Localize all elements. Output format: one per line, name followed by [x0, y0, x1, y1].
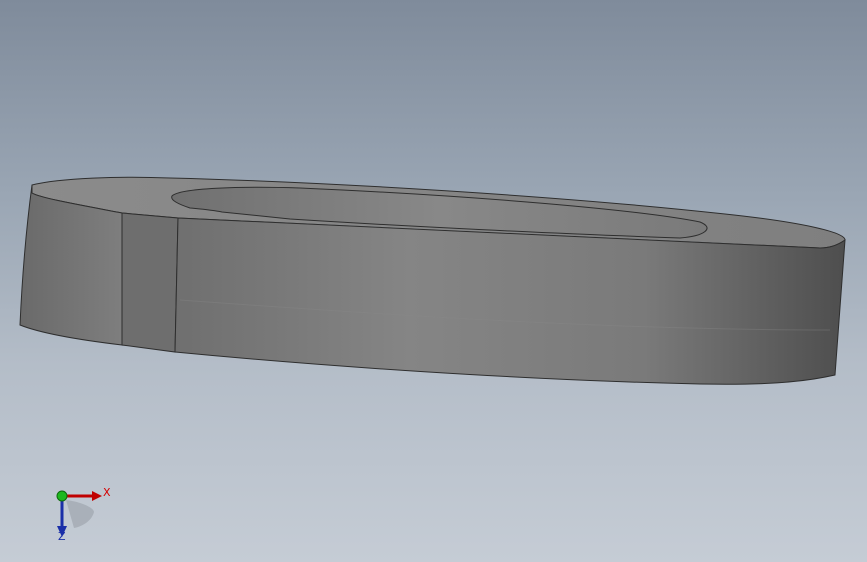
coordinate-triad: X Z [44, 480, 124, 550]
split-washer-model[interactable] [0, 0, 867, 562]
graphics-viewport[interactable]: X Z [0, 0, 867, 562]
z-axis-label: Z [58, 530, 66, 543]
x-axis-label: X [103, 486, 111, 499]
triad-axes-graphic [56, 490, 102, 537]
washer-split-face [121, 212, 179, 353]
